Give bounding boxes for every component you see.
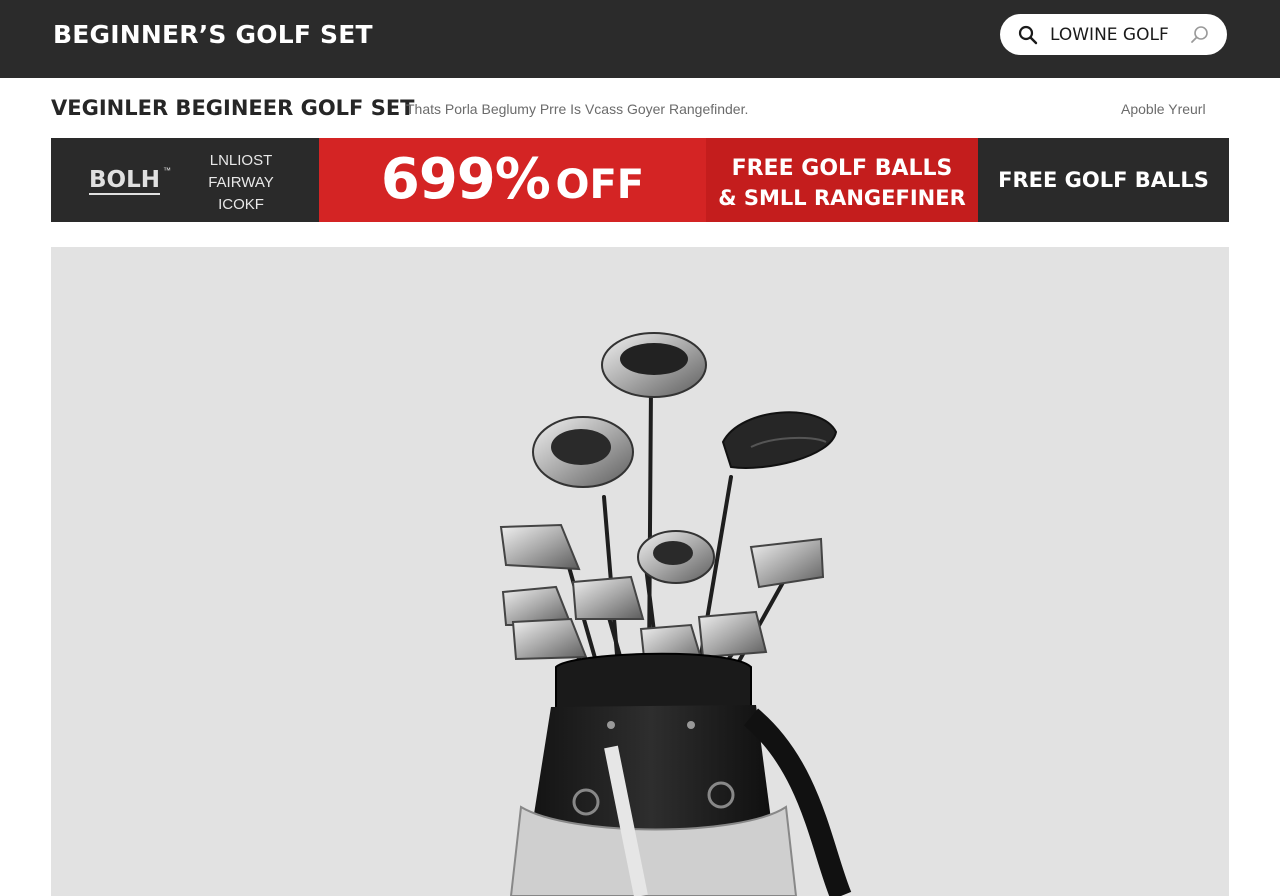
discount-block: 699% OFF bbox=[319, 138, 706, 222]
product-title: VEGINLER BEGINEER GOLF SET bbox=[51, 96, 415, 120]
aux-link[interactable]: Apoble Yreurl bbox=[1121, 101, 1206, 117]
offer-block: FREE GOLF BALLS & SMLL RANGEFINER bbox=[706, 138, 978, 222]
discount-text: 699% OFF bbox=[319, 138, 706, 222]
offer-line-2: & SMLL RANGEFINER bbox=[718, 186, 966, 210]
black-driver-head bbox=[721, 411, 838, 469]
search-bar[interactable]: LOWINE GOLF bbox=[1000, 14, 1227, 55]
free-balls-label: FREE GOLF BALLS bbox=[998, 168, 1209, 192]
hybrid-head bbox=[637, 530, 715, 584]
top-navigation-bar: BEGINNER’S GOLF SET LOWINE GOLF bbox=[0, 0, 1280, 78]
fairway-wood-head bbox=[532, 416, 634, 488]
golf-set-illustration bbox=[499, 332, 852, 896]
site-title[interactable]: BEGINNER’S GOLF SET bbox=[53, 20, 373, 49]
promo-banner[interactable]: BOLH ™ LNLIOST FAIRWAY ICOKF 699% OFF FR… bbox=[51, 138, 1229, 222]
brand-tagline-line: FAIRWAY bbox=[208, 174, 274, 191]
product-subheader: VEGINLER BEGINEER GOLF SET Thats Porla B… bbox=[0, 78, 1280, 138]
golf-bag bbox=[509, 652, 852, 896]
brand-tagline-line: LNLIOST bbox=[209, 152, 273, 169]
offer-line-1: FREE GOLF BALLS bbox=[731, 156, 953, 181]
brand-logo: BOLH bbox=[89, 167, 160, 195]
brand-tagline-line: ICOKF bbox=[218, 196, 264, 213]
discount-value: 699% bbox=[380, 147, 551, 212]
product-hero-image bbox=[51, 247, 1229, 896]
driver-head bbox=[601, 332, 707, 398]
search-icon[interactable] bbox=[1018, 25, 1038, 50]
search-alt-icon[interactable] bbox=[1190, 25, 1210, 50]
product-description: Thats Porla Beglumy Prre Is Vcass Goyer … bbox=[406, 101, 749, 117]
brand-tagline: LNLIOST FAIRWAY ICOKF bbox=[201, 150, 281, 216]
search-input[interactable]: LOWINE GOLF bbox=[1050, 25, 1169, 45]
brand-block: BOLH ™ LNLIOST FAIRWAY ICOKF bbox=[51, 138, 319, 222]
brand-trademark: ™ bbox=[163, 166, 171, 175]
discount-label: OFF bbox=[555, 162, 645, 208]
